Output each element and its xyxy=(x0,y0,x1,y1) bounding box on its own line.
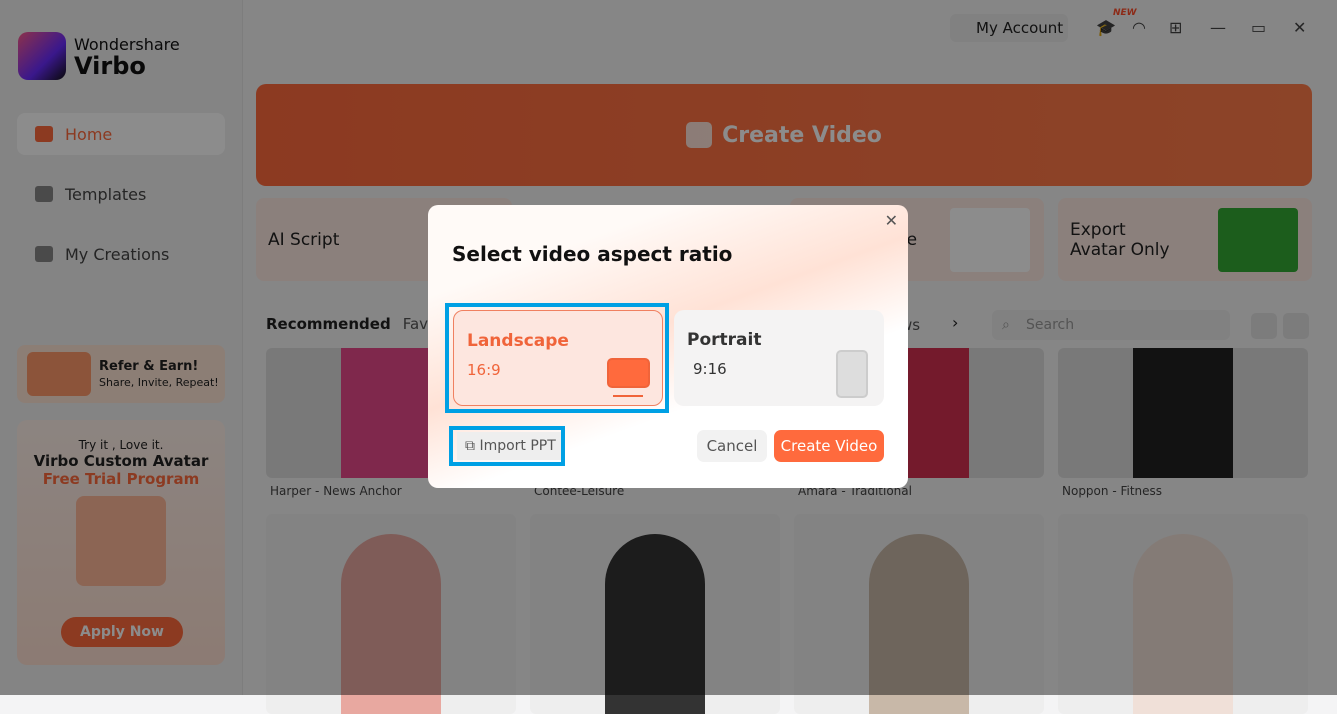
create-video-button[interactable]: Create Video xyxy=(774,430,884,462)
monitor-stand xyxy=(613,395,643,397)
ppt-icon: ⧉ xyxy=(465,438,480,454)
option-label: Landscape xyxy=(467,331,569,351)
import-label: Import PPT xyxy=(479,438,556,454)
option-landscape[interactable]: Landscape 16:9 xyxy=(453,310,663,406)
option-ratio: 9:16 xyxy=(693,360,727,378)
close-icon[interactable]: ✕ xyxy=(885,211,898,230)
phone-icon xyxy=(836,350,868,398)
dialog-title: Select video aspect ratio xyxy=(452,242,733,266)
cancel-button[interactable]: Cancel xyxy=(697,430,767,462)
option-portrait[interactable]: Portrait 9:16 xyxy=(674,310,884,406)
option-label: Portrait xyxy=(687,330,762,350)
option-ratio: 16:9 xyxy=(467,361,501,379)
import-ppt-button[interactable]: ⧉ Import PPT xyxy=(457,432,561,460)
monitor-icon xyxy=(607,358,650,388)
aspect-ratio-dialog: ✕ Select video aspect ratio Landscape 16… xyxy=(428,205,908,488)
